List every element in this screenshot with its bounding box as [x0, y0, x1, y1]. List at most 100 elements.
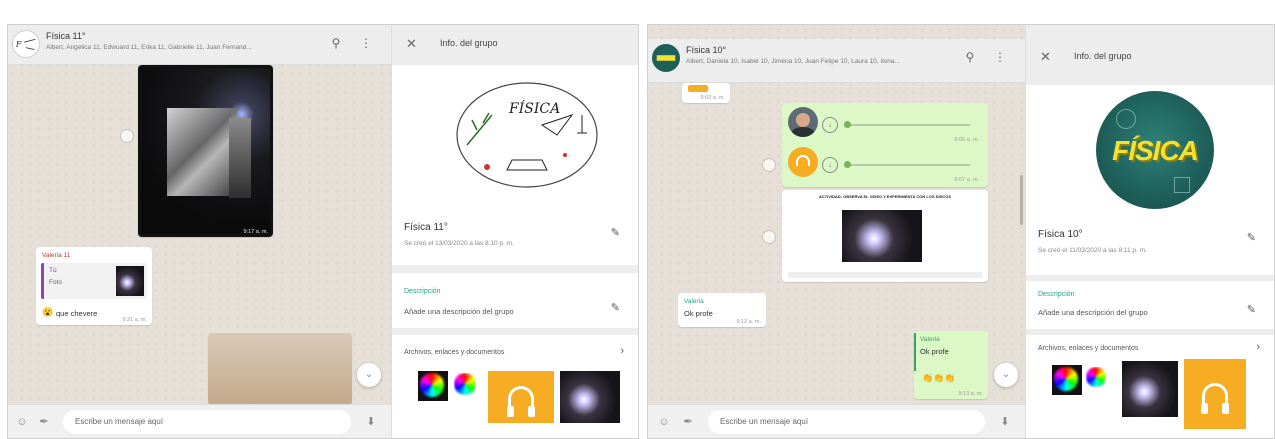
chat-title: Física 11° [46, 31, 86, 41]
svg-text:F: F [15, 39, 23, 49]
audio-message-2[interactable]: ↓ 9:07 a. m. [786, 145, 984, 185]
forward-button[interactable] [762, 230, 776, 244]
search-icon[interactable]: ⚲ [328, 35, 344, 51]
image-message[interactable]: 9:17 a. m. [138, 65, 273, 237]
media-card: Archivos, enlaces y documentos › [1026, 335, 1274, 438]
description-value[interactable]: Añade una descripción del grupo [1038, 308, 1148, 317]
previous-message[interactable]: 9:03 a. m. [682, 83, 730, 103]
incoming-time: 9:12 a. m. [736, 319, 761, 325]
chat-header[interactable]: F Física 11° Albert, Angelica 11, Edwuar… [8, 25, 391, 65]
mic-icon[interactable]: ⬇ [363, 414, 379, 430]
media-label[interactable]: Archivos, enlaces y documentos [1038, 345, 1138, 352]
outgoing-sender: Valeria [920, 336, 940, 343]
audio-messages: ↓ 9:06 a. m. ↓ 9:07 a. m. [782, 103, 988, 187]
media-thumb-wheel[interactable] [1086, 367, 1106, 387]
chat-header[interactable]: Física 10° Albert, Daniela 10, Isabel 10… [648, 39, 1025, 83]
media-card: Archivos, enlaces y documentos › [392, 335, 638, 438]
chevron-down-icon[interactable]: ⌄ [994, 363, 1018, 387]
group-name-card: Física 11° Se creó el 13/03/2020 a las 8… [392, 200, 638, 265]
reaction-emojis: 👏👏👏 [922, 373, 956, 383]
incoming-text: Ok profe [684, 309, 713, 318]
chat-panel: F Física 11° Albert, Angelica 11, Edwuar… [8, 25, 391, 438]
media-thumb-audio[interactable] [488, 371, 554, 423]
drawing-logo-word: FÍSICA [508, 99, 560, 117]
menu-icon[interactable]: ⋮ [358, 35, 374, 51]
whatsapp-window-fisica-11: F Física 11° Albert, Angelica 11, Edwuar… [7, 24, 639, 439]
message-text: que chevere [56, 309, 98, 318]
incoming-sender: Valeria [684, 298, 704, 305]
audio-time-1: 9:06 a. m. [954, 137, 979, 143]
group-picture[interactable]: FÍSICA [392, 65, 638, 200]
mic-icon[interactable]: ⬇ [997, 414, 1013, 430]
media-thumb-audio[interactable] [1184, 359, 1246, 429]
media-label[interactable]: Archivos, enlaces y documentos [404, 349, 504, 356]
group-avatar[interactable] [652, 44, 680, 72]
audio-dot[interactable] [844, 161, 851, 168]
reply-message[interactable]: Valeria 11 Tú Foto 😮 que chevere 9:21 a.… [36, 247, 152, 325]
chat-title: Física 10° [686, 45, 727, 55]
description-label: Descripción [1038, 291, 1075, 298]
scrollbar[interactable] [1020, 175, 1023, 225]
message-input[interactable]: Escribe un mensaje aquí [708, 410, 985, 434]
description-card: Descripción Añade una descripción del gr… [392, 273, 638, 328]
group-name-card: Física 10° Se creó el 11/03/2020 a las 8… [1026, 215, 1274, 275]
audio-time-2: 9:07 a. m. [954, 177, 979, 183]
emoji-icon[interactable]: ☺ [14, 414, 30, 430]
incoming-message[interactable]: Valeria Ok profe 9:12 a. m. [678, 293, 766, 327]
image-message-partial[interactable] [208, 333, 352, 405]
forward-button[interactable] [762, 158, 776, 172]
quoted-sender: Tú [49, 267, 57, 274]
chevron-right-icon[interactable]: › [620, 345, 624, 357]
outgoing-message[interactable]: Valeria Ok profe 👏👏👏 9:13 a. m. [914, 331, 988, 399]
pencil-icon[interactable]: ✎ [1247, 231, 1256, 244]
group-name: Física 11° [404, 222, 448, 233]
audio-wave [844, 124, 970, 126]
media-thumb-rgb[interactable] [1052, 365, 1082, 395]
menu-icon[interactable]: ⋮ [992, 49, 1008, 65]
chevron-right-icon[interactable]: › [1256, 341, 1260, 353]
download-icon[interactable]: ↓ [822, 117, 838, 133]
group-avatar[interactable]: F [12, 30, 40, 58]
audio-dot[interactable] [844, 121, 851, 128]
download-icon[interactable]: ↓ [822, 157, 838, 173]
outgoing-time: 9:13 a. m. [958, 391, 983, 397]
group-name: Física 10° [1038, 229, 1083, 240]
info-header: ✕ Info. del grupo [392, 25, 638, 65]
close-icon[interactable]: ✕ [406, 36, 417, 52]
media-thumb-photo[interactable] [560, 371, 620, 423]
audio-avatar [788, 147, 818, 177]
search-icon[interactable]: ⚲ [962, 49, 978, 65]
media-thumb-wheel[interactable] [454, 373, 476, 395]
group-created: Se creó el 13/03/2020 a las 8:10 p. m. [404, 240, 514, 247]
group-info-panel: ✕ Info. del grupo FÍSICA Física 10° Se c… [1025, 25, 1274, 438]
description-label: Descripción [404, 288, 441, 295]
attach-icon[interactable]: ✒ [36, 414, 52, 430]
audio-wave [844, 164, 970, 166]
quoted-message[interactable]: Tú Foto [41, 263, 147, 299]
close-icon[interactable]: ✕ [1040, 49, 1051, 65]
headphones-icon [507, 386, 535, 417]
group-picture[interactable]: FÍSICA [1026, 85, 1274, 215]
emoji-icon[interactable]: ☺ [656, 414, 672, 430]
headphones-icon [1201, 383, 1229, 414]
audio-message-1[interactable]: ↓ 9:06 a. m. [786, 105, 984, 145]
media-thumb-rgb[interactable] [418, 371, 448, 401]
group-created: Se creó el 11/03/2020 a las 8:11 p. m. [1038, 247, 1147, 254]
message-input[interactable]: Escribe un mensaje aquí [63, 410, 351, 434]
pencil-icon[interactable]: ✎ [1247, 303, 1256, 316]
message-time: 9:21 a. m. [122, 317, 147, 323]
group-info-panel: ✕ Info. del grupo FÍSICA Física 11° Se c… [391, 25, 638, 438]
document-message[interactable]: ACTIVIDAD: OBSERVA EL VIDEO Y EXPERIMENT… [782, 190, 988, 282]
whatsapp-window-fisica-10: Física 10° Albert, Daniela 10, Isabel 10… [647, 24, 1275, 439]
pencil-icon[interactable]: ✎ [611, 301, 620, 314]
chevron-down-icon[interactable]: ⌄ [357, 363, 381, 387]
description-value[interactable]: Añade una descripción del grupo [404, 307, 514, 316]
media-thumb-photo[interactable] [1122, 361, 1178, 417]
outgoing-text: Ok profe [920, 347, 949, 356]
forward-button[interactable] [120, 129, 134, 143]
pencil-icon[interactable]: ✎ [611, 226, 620, 239]
attach-icon[interactable]: ✒ [680, 414, 696, 430]
sender-avatar [788, 107, 818, 137]
headphones-icon [796, 155, 810, 166]
fisica-logo: FÍSICA [1096, 91, 1214, 209]
